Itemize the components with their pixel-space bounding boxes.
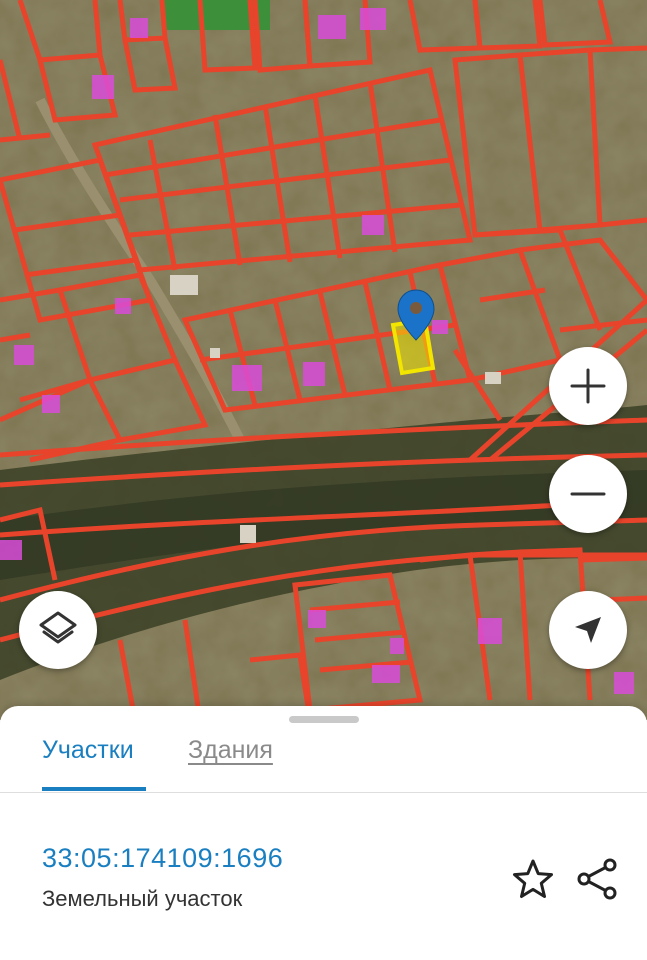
plus-icon [570, 368, 606, 404]
minus-icon [570, 492, 606, 496]
navigation-arrow-icon [575, 617, 601, 643]
layers-button[interactable] [19, 591, 97, 669]
favorite-button[interactable] [510, 856, 556, 902]
star-icon [513, 859, 553, 898]
drag-handle[interactable] [289, 716, 359, 723]
satellite-map[interactable] [0, 0, 647, 720]
tab-divider [0, 792, 647, 793]
active-tab-indicator [42, 787, 146, 791]
parcel-type-label: Земельный участок [42, 886, 243, 911]
tab-buildings[interactable]: Здания [188, 736, 273, 765]
share-button[interactable] [574, 856, 620, 902]
bottom-sheet: Участки Здания 33:05:174109:1696 Земельн… [0, 706, 647, 960]
share-icon [577, 858, 617, 900]
tab-parcels[interactable]: Участки [42, 736, 134, 765]
zoom-out-button[interactable] [549, 455, 627, 533]
layers-icon [39, 611, 77, 644]
map-view[interactable] [0, 0, 647, 720]
my-location-button[interactable] [549, 591, 627, 669]
cadastral-number[interactable]: 33:05:174109:1696 [42, 843, 283, 874]
zoom-in-button[interactable] [549, 347, 627, 425]
